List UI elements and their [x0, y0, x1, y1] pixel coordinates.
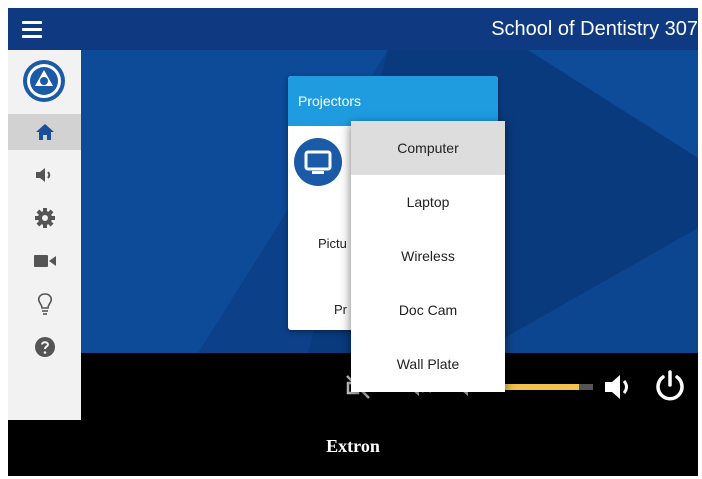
- school-seal-logo: [23, 60, 65, 102]
- volume-up-icon[interactable]: [603, 371, 637, 403]
- home-icon: [35, 124, 54, 140]
- source-option-doc-cam[interactable]: Doc Cam: [351, 283, 505, 337]
- volume-slider[interactable]: [501, 384, 593, 390]
- sidebar-item-audio[interactable]: [8, 157, 81, 193]
- projectors-title: Projectors: [298, 93, 362, 109]
- source-option-computer[interactable]: Computer: [351, 121, 505, 175]
- sidebar-item-lighting[interactable]: [8, 286, 81, 322]
- monitor-icon: [304, 150, 332, 174]
- sidebar-item-settings[interactable]: [8, 200, 81, 236]
- touch-panel-screen: School of Dentistry 307 Projectors Pictu…: [8, 8, 698, 420]
- sidebar: [8, 50, 81, 420]
- brand-logo: Extron: [326, 436, 380, 456]
- lightbulb-icon: [37, 293, 52, 315]
- camera-icon: [33, 255, 56, 267]
- top-bar: School of Dentistry 307: [8, 8, 698, 50]
- footer-bar: Extron: [8, 420, 698, 476]
- power-icon[interactable]: [653, 369, 687, 403]
- gear-icon: [34, 208, 55, 228]
- display-source-button[interactable]: [294, 138, 342, 186]
- source-select-menu: Computer Laptop Wireless Doc Cam Wall Pl…: [351, 121, 505, 392]
- hamburger-menu-icon[interactable]: [16, 14, 48, 44]
- picture-mute-label: Pictu: [318, 236, 347, 251]
- volume-level-fill: [501, 384, 580, 390]
- source-option-wireless[interactable]: Wireless: [351, 229, 505, 283]
- sidebar-item-home[interactable]: [8, 114, 81, 150]
- sidebar-item-help[interactable]: [8, 329, 81, 365]
- projector-power-label: Pr: [334, 302, 347, 317]
- source-option-laptop[interactable]: Laptop: [351, 175, 505, 229]
- help-icon: [34, 337, 55, 357]
- room-title: School of Dentistry 307: [491, 18, 698, 40]
- sidebar-item-camera[interactable]: [8, 243, 81, 279]
- source-option-wall-plate[interactable]: Wall Plate: [351, 337, 505, 391]
- projectors-card-header: Projectors: [288, 76, 498, 126]
- volume-icon: [35, 168, 50, 182]
